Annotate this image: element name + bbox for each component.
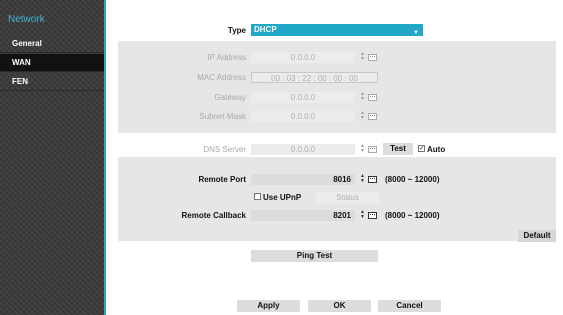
- gateway-spinner-icon: ▲ ▼: [360, 91, 365, 102]
- sidebar-item-wan[interactable]: WAN: [0, 54, 104, 72]
- type-label: Type: [227, 26, 246, 35]
- chevron-down-icon: ▼: [413, 30, 419, 36]
- sidebar-item-general[interactable]: General: [0, 35, 104, 53]
- sidebar-title: Network: [8, 14, 45, 25]
- apply-button[interactable]: Apply: [237, 300, 300, 312]
- default-button[interactable]: Default: [518, 230, 556, 242]
- ip-address-keyboard-icon: [368, 54, 377, 61]
- ping-test-button[interactable]: Ping Test: [251, 250, 378, 262]
- subnet-mask-label: Subnet Mask: [199, 112, 246, 121]
- dns-server-field: 0.0.0.0: [251, 144, 355, 155]
- dns-test-button[interactable]: Test: [383, 143, 413, 155]
- subnet-mask-field: 0.0.0.0: [251, 111, 355, 122]
- mac-address-label: MAC Address: [197, 73, 246, 82]
- upnp-status-button: Status: [316, 192, 379, 203]
- sidebar: Network General WAN FEN: [0, 0, 106, 315]
- remote-port-spinner-icon[interactable]: ▲ ▼: [360, 174, 365, 184]
- subnet-mask-spinner-icon: ▲ ▼: [360, 110, 365, 121]
- cancel-button[interactable]: Cancel: [378, 300, 441, 312]
- gateway-field: 0.0.0.0: [251, 92, 355, 103]
- remote-callback-spinner-icon[interactable]: ▲ ▼: [360, 210, 365, 220]
- ok-button[interactable]: OK: [308, 300, 371, 312]
- dns-auto-checkbox[interactable]: ✓: [418, 145, 425, 152]
- ip-address-spinner-icon: ▲ ▼: [360, 51, 365, 62]
- upnp-label: Use UPnP: [263, 193, 302, 202]
- remote-port-keyboard-icon[interactable]: [368, 176, 377, 183]
- remote-callback-range: (8000 ~ 12000): [385, 211, 440, 220]
- remote-port-label: Remote Port: [198, 175, 246, 184]
- remote-callback-field[interactable]: 8201: [251, 210, 355, 221]
- ip-address-field: 0.0.0.0: [251, 52, 355, 63]
- remote-callback-keyboard-icon[interactable]: [368, 212, 377, 219]
- remote-port-range: (8000 ~ 12000): [385, 175, 440, 184]
- gateway-keyboard-icon: [368, 94, 377, 101]
- dns-server-label: DNS Server: [203, 145, 246, 154]
- mac-address-field: 00 : 03 : 22 : 00 : 00 : 00: [251, 72, 378, 83]
- sidebar-item-fen[interactable]: FEN: [0, 73, 104, 91]
- upnp-checkbox[interactable]: [254, 193, 261, 200]
- type-select-value: DHCP: [254, 25, 277, 34]
- ip-address-label: IP Address: [207, 53, 246, 62]
- dns-spinner-icon: ▲ ▼: [360, 143, 365, 154]
- dns-auto-label: Auto: [427, 145, 446, 154]
- type-select[interactable]: DHCP ▼: [251, 24, 423, 36]
- subnet-mask-keyboard-icon: [368, 113, 377, 120]
- dns-keyboard-icon: [368, 146, 377, 153]
- remote-port-field[interactable]: 8016: [251, 174, 355, 185]
- gateway-label: Gateway: [214, 93, 246, 102]
- remote-callback-label: Remote Callback: [181, 211, 246, 220]
